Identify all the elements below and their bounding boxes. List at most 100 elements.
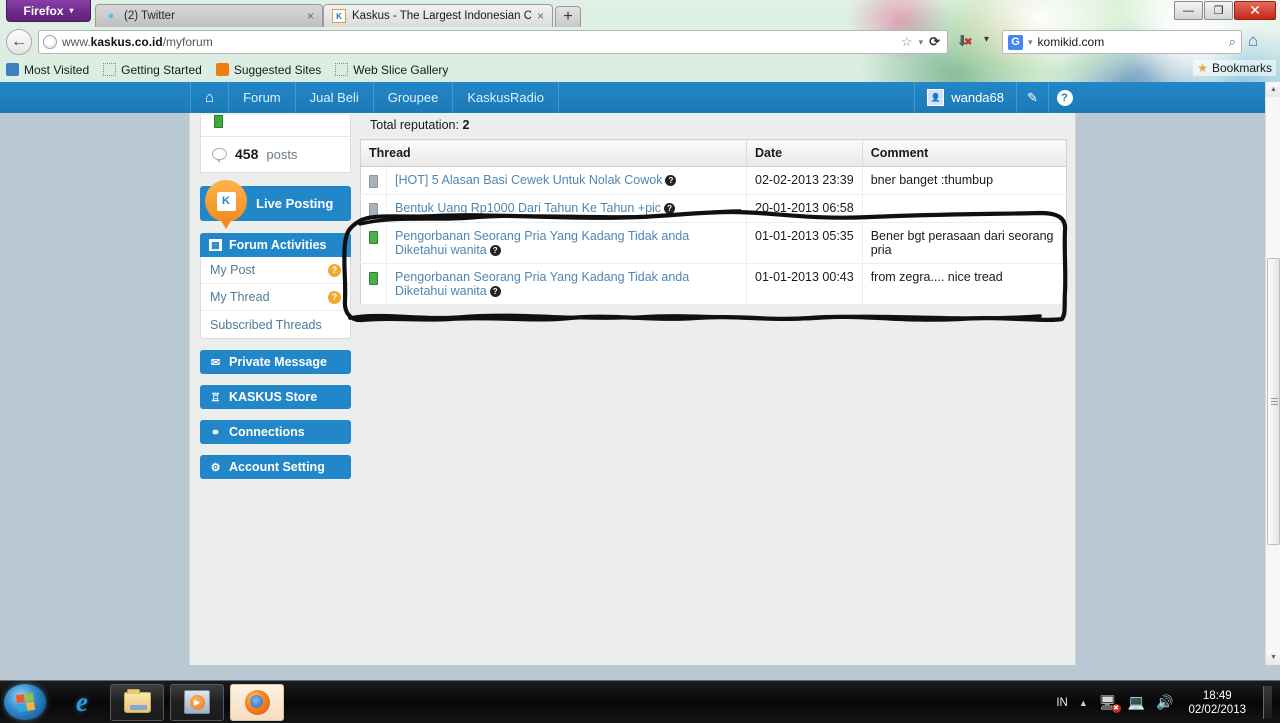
edit-icon[interactable]: ✎ (1016, 82, 1048, 113)
sidebar-item-label: KASKUS Store (229, 390, 318, 404)
tab-kaskus[interactable]: K Kaskus - The Largest Indonesian Com...… (323, 4, 553, 27)
address-bar[interactable]: www.kaskus.co.id/myforum ☆ ▾ ⟳ (38, 30, 948, 54)
minimize-button[interactable]: — (1174, 1, 1203, 20)
display-icon[interactable]: 💻 (1128, 694, 1145, 711)
thread-cell: [HOT] 5 Alasan Basi Cewek Untuk Nolak Co… (386, 166, 747, 195)
sidebar-item-kaskus-store[interactable]: ♖ KASKUS Store (200, 385, 351, 409)
reputation-chip-icon (369, 175, 378, 188)
search-input[interactable]: komikid.com (1038, 35, 1105, 49)
column-header-thread[interactable]: Thread (360, 139, 747, 167)
close-window-button[interactable]: ✕ (1234, 1, 1276, 20)
volume-icon[interactable]: 🔊 (1156, 694, 1173, 711)
nav-item-forum[interactable]: Forum (229, 82, 296, 113)
start-button[interactable] (4, 684, 46, 720)
username-label: wanda68 (951, 90, 1004, 105)
close-icon[interactable]: × (537, 9, 544, 23)
nav-item-groupee[interactable]: Groupee (374, 82, 454, 113)
new-tab-button[interactable]: + (555, 6, 581, 27)
row-status-cell (360, 263, 387, 305)
bookmarks-menu-button[interactable]: ★ Bookmarks (1193, 60, 1276, 76)
help-icon[interactable]: ? (328, 290, 341, 304)
gear-icon: ⚙ (210, 461, 221, 474)
network-error-badge: ✖ (1111, 704, 1121, 713)
bookmarks-toolbar: Most Visited Getting Started Suggested S… (0, 57, 1280, 82)
reload-icon[interactable]: ⟳ (929, 34, 940, 50)
bookmark-label: Web Slice Gallery (353, 62, 449, 77)
bookmark-star-icon[interactable]: ☆ (901, 34, 913, 50)
scrollbar-grip-icon (1271, 397, 1278, 406)
twitter-icon: ● (107, 10, 115, 22)
forum-activities-header[interactable]: ▦ Forum Activities (200, 233, 351, 257)
help-icon: ? (1056, 89, 1073, 106)
taskbar-file-explorer[interactable] (110, 683, 164, 721)
page-body: 458 posts K Live Posting ▦ Forum Activit… (189, 113, 1076, 665)
column-header-date[interactable]: Date (746, 139, 863, 167)
sidebar-item-connections[interactable]: ⚭ Connections (200, 420, 351, 444)
close-icon[interactable]: × (307, 9, 314, 23)
star-icon: ★ (1197, 61, 1208, 75)
sidebar-item-my-post[interactable]: My Post ? (201, 257, 350, 284)
scroll-down-icon[interactable]: ▼ (1266, 650, 1280, 665)
table-row: Pengorbanan Seorang Pria Yang Kadang Tid… (360, 222, 1067, 264)
tab-twitter-label: (2) Twitter (124, 10, 175, 22)
search-bar[interactable]: G ▾ komikid.com ⌕ (1002, 30, 1242, 54)
thread-link[interactable]: Bentuk Uang Rp1000 Dari Tahun Ke Tahun +… (395, 201, 661, 215)
maximize-button[interactable]: ❐ (1204, 1, 1233, 20)
taskbar-media-player[interactable]: ▶ (170, 683, 224, 721)
scroll-up-icon[interactable]: ▲ (1266, 82, 1280, 97)
reputation-chip-icon (369, 203, 378, 216)
sidebar-item-subscribed-threads[interactable]: Subscribed Threads (201, 311, 350, 338)
thread-link[interactable]: Pengorbanan Seorang Pria Yang Kadang Tid… (395, 270, 689, 298)
thread-cell: Bentuk Uang Rp1000 Dari Tahun Ke Tahun +… (386, 194, 747, 223)
scrollbar-thumb[interactable] (1267, 258, 1280, 545)
help-icon[interactable]: ? (489, 245, 501, 256)
sidebar-item-account-setting[interactable]: ⚙ Account Setting (200, 455, 351, 479)
bookmarks-menu-label: Bookmarks (1211, 61, 1272, 75)
back-button[interactable]: ← (6, 29, 32, 55)
sidebar-item-private-message[interactable]: ✉ Private Message (200, 350, 351, 374)
date-cell: 02-02-2013 23:39 (746, 166, 863, 195)
language-indicator[interactable]: IN (1056, 697, 1068, 709)
tab-twitter[interactable]: ● (2) Twitter × (95, 4, 323, 27)
clock[interactable]: 18:49 02/02/2013 (1184, 689, 1246, 717)
taskbar-firefox[interactable] (230, 683, 284, 721)
kaskus-icon: K (332, 9, 346, 23)
bookmark-suggested-sites[interactable]: Suggested Sites (215, 63, 321, 77)
nav-item-jual-beli[interactable]: Jual Beli (296, 82, 374, 113)
chevron-down-icon[interactable]: ▾ (1028, 37, 1033, 48)
sidebar-item-my-thread[interactable]: My Thread ? (201, 284, 350, 311)
search-icon[interactable]: ⌕ (1229, 34, 1236, 50)
comment-bubble-icon (212, 148, 227, 163)
show-hidden-icons-icon[interactable]: ▲ (1079, 698, 1088, 708)
bookmark-web-slice-gallery[interactable]: Web Slice Gallery (335, 63, 448, 77)
main-content: Total reputation: 2 Thread Date Comment … (360, 113, 1067, 305)
network-icon[interactable]: 🖥 ✖ (1099, 694, 1121, 713)
home-icon[interactable]: ⌂ (1248, 31, 1258, 51)
downloads-icon[interactable]: ⬇ ✖ (956, 32, 972, 50)
show-desktop-button[interactable] (1263, 686, 1272, 719)
thread-cell: Pengorbanan Seorang Pria Yang Kadang Tid… (386, 263, 747, 305)
help-icon[interactable]: ? (664, 203, 676, 214)
nav-item-kaskusradio[interactable]: KaskusRadio (453, 82, 559, 113)
address-bar-url: www.kaskus.co.id/myforum (62, 35, 213, 49)
nav-home-icon[interactable]: ⌂ (190, 82, 230, 113)
user-menu[interactable]: 👤 wanda68 (914, 82, 1016, 113)
help-icon-wrapper[interactable]: ? (1048, 82, 1080, 113)
thread-link[interactable]: Pengorbanan Seorang Pria Yang Kadang Tid… (395, 229, 689, 257)
help-icon[interactable]: ? (328, 263, 341, 277)
bookmark-most-visited[interactable]: Most Visited (6, 63, 89, 77)
help-icon[interactable]: ? (665, 175, 677, 186)
tab-kaskus-label: Kaskus - The Largest Indonesian Com... (352, 10, 531, 22)
live-posting-button[interactable]: K Live Posting (200, 180, 351, 229)
page-scrollbar[interactable]: ▲ ▼ (1265, 82, 1280, 665)
chevron-down-icon[interactable]: ▾ (919, 37, 924, 48)
help-icon[interactable]: ? (489, 286, 501, 297)
column-header-comment[interactable]: Comment (862, 139, 1067, 167)
thread-link[interactable]: [HOT] 5 Alasan Basi Cewek Untuk Nolak Co… (395, 173, 662, 187)
kaskus-logo-icon: K (216, 191, 236, 211)
bookmark-getting-started[interactable]: Getting Started (103, 63, 202, 77)
firefox-menu-button[interactable]: Firefox ▾ (6, 0, 91, 22)
downloads-chevron-icon[interactable]: ▾ (984, 34, 989, 45)
taskbar-internet-explorer[interactable]: e (60, 683, 104, 721)
total-reputation-value: 2 (462, 118, 470, 132)
